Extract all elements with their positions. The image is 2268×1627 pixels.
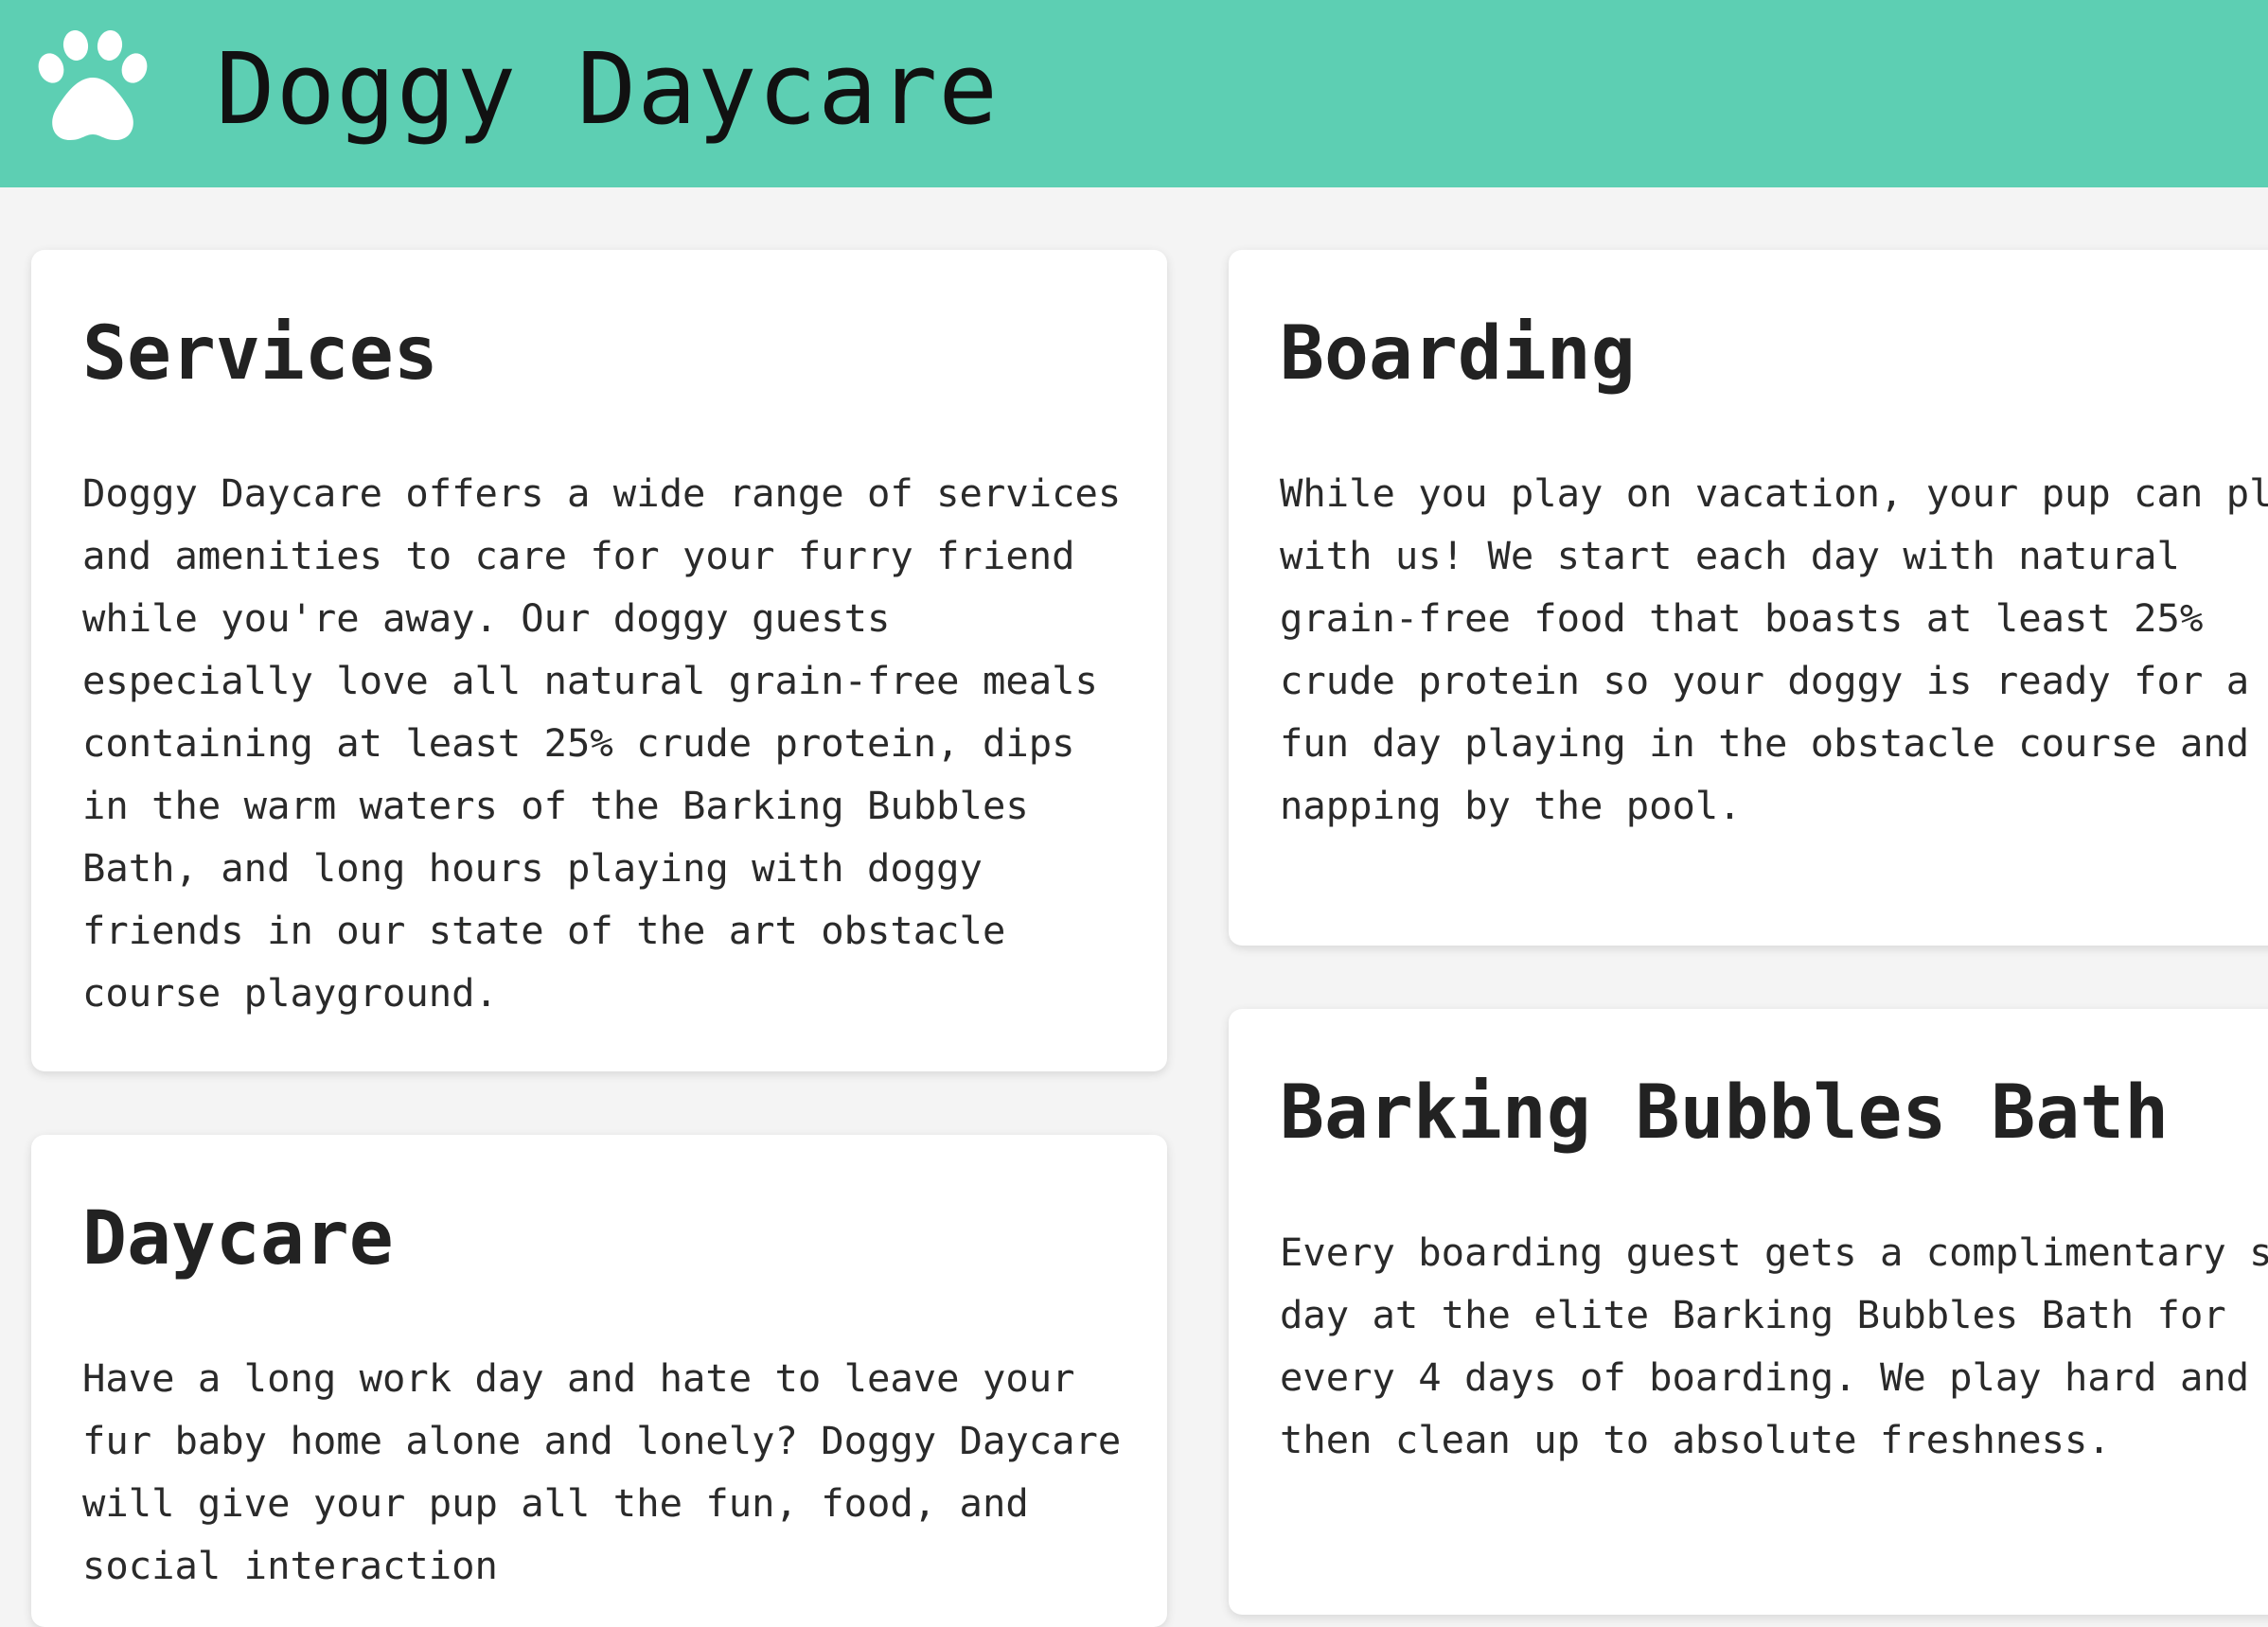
services-card: Services Doggy Daycare offers a wide ran…: [31, 250, 1167, 1071]
site-title[interactable]: Doggy Daycare: [216, 32, 999, 146]
bath-heading: Barking Bubbles Bath: [1280, 1070, 2170, 1156]
site-header: Doggy Daycare: [0, 0, 2268, 187]
paw-icon[interactable]: [28, 30, 157, 144]
boarding-description: While you play on vacation, your pup can…: [1280, 470, 2268, 828]
boarding-heading: Boarding: [1280, 311, 1636, 397]
daycare-card: Daycare Have a long work day and hate to…: [31, 1135, 1167, 1627]
services-description: Doggy Daycare offers a wide range of ser…: [82, 470, 1122, 1016]
services-heading: Services: [82, 311, 438, 397]
bath-description: Every boarding guest gets a complimentar…: [1280, 1229, 2268, 1462]
daycare-heading: Daycare: [82, 1196, 394, 1282]
daycare-description: Have a long work day and hate to leave y…: [82, 1355, 1122, 1588]
barking-bubbles-bath-card: Barking Bubbles Bath Every boarding gues…: [1229, 1009, 2268, 1615]
boarding-card: Boarding While you play on vacation, you…: [1229, 250, 2268, 946]
